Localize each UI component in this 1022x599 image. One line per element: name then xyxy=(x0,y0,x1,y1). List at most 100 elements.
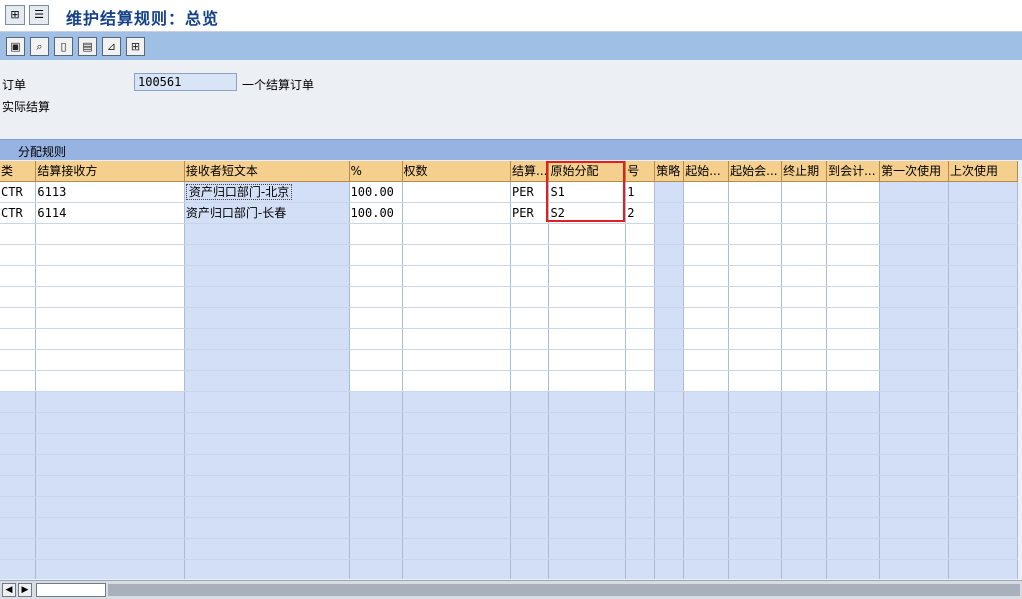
hierarchy-icon[interactable]: ⊿ xyxy=(102,37,121,56)
table-cell[interactable] xyxy=(510,286,550,308)
table-cell[interactable] xyxy=(184,307,350,329)
table-cell[interactable] xyxy=(349,286,403,308)
table-cell[interactable] xyxy=(0,265,37,287)
table-cell[interactable] xyxy=(349,223,403,245)
table-cell[interactable] xyxy=(402,349,511,371)
column-header[interactable]: 结算... xyxy=(510,161,550,182)
column-header[interactable]: % xyxy=(349,161,403,182)
table-cell[interactable]: 资产归口部门-长春 xyxy=(184,202,350,224)
column-header[interactable]: 权数 xyxy=(402,161,511,182)
order-input[interactable]: 100561 xyxy=(134,73,237,91)
table-cell[interactable] xyxy=(781,265,828,287)
table-cell[interactable] xyxy=(879,265,950,287)
column-header[interactable]: 起始会... xyxy=(728,161,783,182)
overview-icon[interactable]: ▣ xyxy=(6,37,25,56)
table-cell[interactable] xyxy=(35,265,185,287)
table-cell[interactable]: 6114 xyxy=(35,202,185,224)
table-cell[interactable] xyxy=(349,370,403,392)
table-cell[interactable] xyxy=(781,328,828,350)
column-header[interactable]: 结算接收方 xyxy=(35,161,185,182)
table-cell[interactable] xyxy=(402,328,511,350)
table-cell[interactable] xyxy=(184,286,350,308)
table-cell[interactable] xyxy=(349,244,403,266)
column-header[interactable]: 策略 xyxy=(654,161,685,182)
table-cell[interactable] xyxy=(728,244,783,266)
table-cell[interactable] xyxy=(548,286,627,308)
table-cell[interactable] xyxy=(625,370,656,392)
table-cell[interactable] xyxy=(0,244,37,266)
table-cell[interactable] xyxy=(0,286,37,308)
table-cell[interactable] xyxy=(654,244,685,266)
table-cell[interactable]: PER xyxy=(510,202,550,224)
table-cell[interactable] xyxy=(35,223,185,245)
table-cell[interactable] xyxy=(402,181,511,203)
table-cell[interactable] xyxy=(510,244,550,266)
table-cell[interactable] xyxy=(826,328,881,350)
table-cell[interactable]: CTR xyxy=(0,181,37,203)
table-cell[interactable] xyxy=(879,244,950,266)
table-cell[interactable] xyxy=(184,349,350,371)
table-cell[interactable] xyxy=(728,202,783,224)
table-cell[interactable]: 1 xyxy=(625,181,656,203)
column-header[interactable]: 类 xyxy=(0,161,37,182)
table-cell[interactable] xyxy=(402,265,511,287)
table-cell[interactable] xyxy=(728,286,783,308)
table-cell[interactable]: 6113 xyxy=(35,181,185,203)
table-cell[interactable] xyxy=(683,223,730,245)
table-cell[interactable] xyxy=(948,307,1018,329)
table-cell[interactable] xyxy=(781,307,828,329)
table-cell[interactable] xyxy=(35,244,185,266)
table-cell[interactable] xyxy=(879,223,950,245)
table-cell[interactable] xyxy=(35,286,185,308)
table-cell[interactable] xyxy=(879,307,950,329)
table-cell[interactable] xyxy=(654,307,685,329)
table-cell[interactable] xyxy=(625,286,656,308)
table-cell[interactable] xyxy=(728,349,783,371)
table-cell[interactable] xyxy=(781,286,828,308)
table-cell[interactable] xyxy=(349,307,403,329)
column-header[interactable]: 原始分配 xyxy=(548,161,627,182)
table-cell[interactable] xyxy=(35,370,185,392)
table-cell[interactable] xyxy=(683,286,730,308)
table-cell[interactable] xyxy=(625,349,656,371)
table-cell[interactable] xyxy=(728,265,783,287)
table-cell[interactable] xyxy=(625,265,656,287)
table-cell[interactable] xyxy=(625,307,656,329)
table-cell[interactable]: CTR xyxy=(0,202,37,224)
structure-icon[interactable]: ⊞ xyxy=(126,37,145,56)
scroll-thumb[interactable] xyxy=(36,583,106,597)
table-cell[interactable] xyxy=(402,286,511,308)
new-page-icon[interactable]: ▯ xyxy=(54,37,73,56)
table-cell[interactable] xyxy=(683,349,730,371)
table-cell[interactable] xyxy=(826,286,881,308)
table-cell[interactable] xyxy=(349,328,403,350)
table-cell[interactable] xyxy=(510,307,550,329)
table-cell[interactable] xyxy=(35,307,185,329)
table-cell[interactable] xyxy=(184,244,350,266)
table-cell[interactable] xyxy=(826,265,881,287)
table-cell[interactable] xyxy=(948,265,1018,287)
table-cell[interactable] xyxy=(402,202,511,224)
scroll-right-icon[interactable]: ▶ xyxy=(18,583,32,597)
table-cell[interactable] xyxy=(781,349,828,371)
table-cell[interactable] xyxy=(35,328,185,350)
table-cell[interactable] xyxy=(879,328,950,350)
table-cell[interactable] xyxy=(35,349,185,371)
table-cell[interactable] xyxy=(0,307,37,329)
table-cell[interactable] xyxy=(510,265,550,287)
table-cell[interactable] xyxy=(349,265,403,287)
table-cell[interactable] xyxy=(402,223,511,245)
table-cell[interactable] xyxy=(728,370,783,392)
table-cell[interactable] xyxy=(879,202,950,224)
scroll-track[interactable] xyxy=(108,584,1020,596)
table-cell[interactable] xyxy=(948,349,1018,371)
menu-icon[interactable]: ☰ xyxy=(29,5,49,25)
column-header[interactable]: 接收者短文本 xyxy=(184,161,350,182)
table-cell[interactable] xyxy=(948,202,1018,224)
delete-icon[interactable]: ▤ xyxy=(78,37,97,56)
table-cell[interactable] xyxy=(0,223,37,245)
table-cell[interactable] xyxy=(548,244,627,266)
table-cell[interactable] xyxy=(548,328,627,350)
table-cell[interactable] xyxy=(826,181,881,203)
table-cell[interactable] xyxy=(948,370,1018,392)
